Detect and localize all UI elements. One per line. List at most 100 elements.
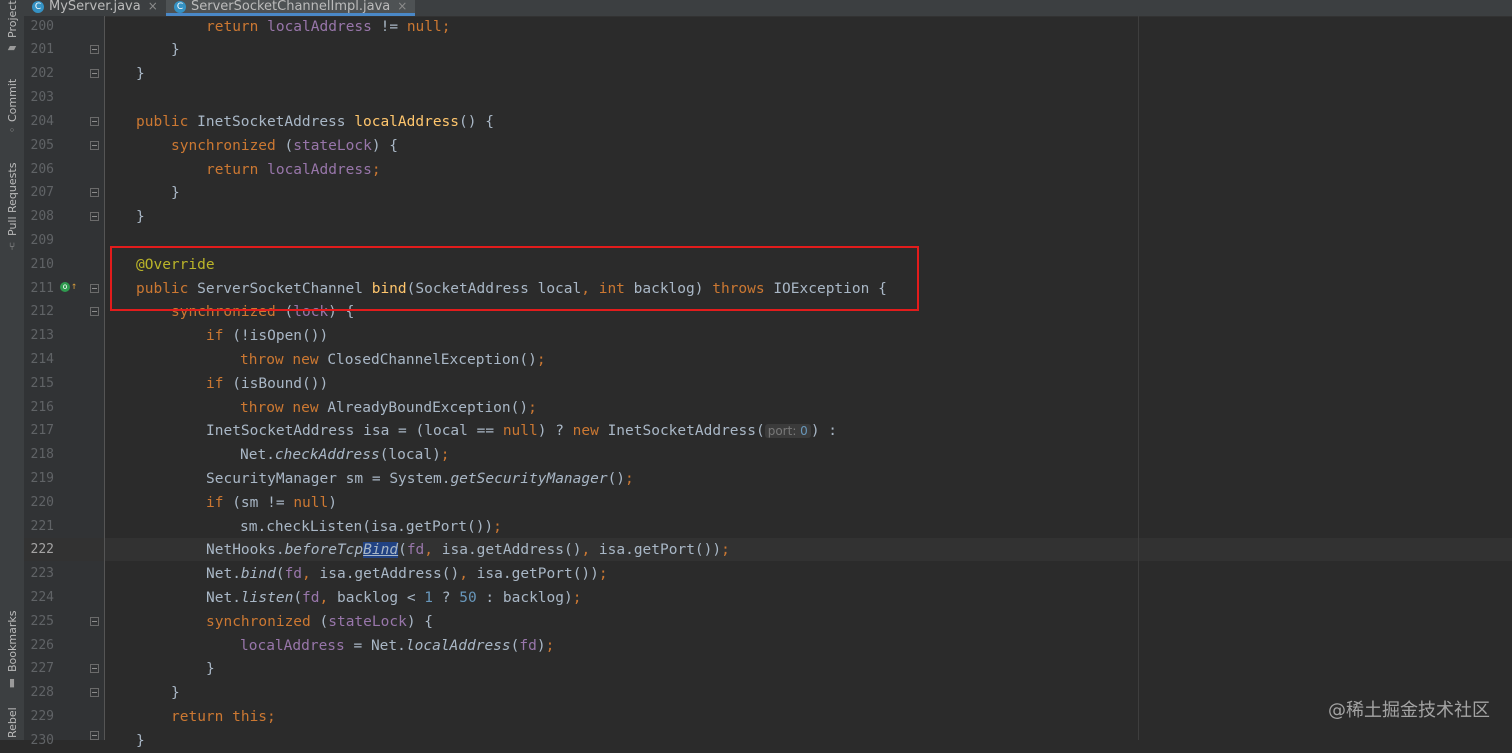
tab-label: MyServer.java: [49, 0, 141, 14]
tab-myserver[interactable]: C MyServer.java ×: [32, 0, 158, 16]
code-line-214: throw new ClosedChannelException();: [240, 352, 546, 368]
code-line-224: Net.listen(fd, backlog < 1 ? 50 : backlo…: [206, 590, 582, 606]
line-number: 204: [30, 114, 54, 129]
fold-marker-icon[interactable]: [90, 69, 99, 78]
tool-tab-commit-label: Commit: [6, 78, 19, 122]
fold-marker-icon[interactable]: [90, 117, 99, 126]
fold-marker-icon[interactable]: [90, 617, 99, 626]
bookmark-icon: ▮: [8, 676, 16, 689]
line-number: 226: [30, 638, 54, 653]
line-number: 210: [30, 257, 54, 272]
arrow-up-icon: ↑: [71, 281, 78, 292]
code-line-215: if (isBound()): [206, 376, 329, 392]
code-line-217: InetSocketAddress isa = (local == null) …: [206, 423, 838, 439]
line-number: 227: [30, 661, 54, 676]
tool-window-strip: Project ▰ Commit ◦ Pull Requests ⑂ Bookm…: [0, 0, 25, 740]
tool-tab-project-label: Project: [6, 0, 19, 38]
code-line-202: }: [136, 66, 145, 82]
line-number: 212: [30, 304, 54, 319]
line-number: 221: [30, 519, 54, 534]
line-number: 220: [30, 495, 54, 510]
line-number: 230: [30, 733, 54, 748]
code-line-207: }: [171, 185, 180, 201]
code-line-226: localAddress = Net.localAddress(fd);: [240, 638, 555, 654]
right-margin-guide: [1138, 16, 1139, 740]
tool-tab-pull-requests-label: Pull Requests: [6, 162, 19, 236]
line-number: 229: [30, 709, 54, 724]
code-line-229: return this;: [171, 709, 276, 725]
fold-marker-icon[interactable]: [90, 141, 99, 150]
line-number: 216: [30, 400, 54, 415]
code-line-219: SecurityManager sm = System.getSecurityM…: [206, 471, 634, 487]
line-number: 201: [30, 42, 54, 57]
tool-tab-rebel-label: Rebel: [6, 707, 19, 738]
line-number: 224: [30, 590, 54, 605]
code-line-206: return localAddress;: [206, 162, 381, 178]
line-number: 209: [30, 233, 54, 248]
line-number-current: 222: [30, 542, 54, 557]
code-line-200: return localAddress != null;: [206, 19, 451, 35]
line-number: 203: [30, 90, 54, 105]
tab-serversocketchannelimpl[interactable]: C ServerSocketChannelImpl.java ×: [166, 0, 416, 16]
line-number: 202: [30, 66, 54, 81]
line-number: 200: [30, 19, 54, 34]
line-number: 207: [30, 185, 54, 200]
code-line-205: synchronized (stateLock) {: [171, 138, 399, 154]
fold-marker-icon[interactable]: [90, 664, 99, 673]
line-number: 215: [30, 376, 54, 391]
code-line-208: }: [136, 209, 145, 225]
fold-marker-icon[interactable]: [90, 45, 99, 54]
fold-marker-icon[interactable]: [90, 188, 99, 197]
line-number: 219: [30, 471, 54, 486]
code-line-227: }: [206, 661, 215, 677]
line-number: 208: [30, 209, 54, 224]
highlight-annotation-box: [110, 246, 919, 311]
code-line-201: }: [171, 42, 180, 58]
code-line-223: Net.bind(fd, isa.getAddress(), isa.getPo…: [206, 566, 608, 582]
code-line-218: Net.checkAddress(local);: [240, 447, 450, 463]
tool-tab-pull-requests[interactable]: Pull Requests ⑂: [0, 158, 24, 258]
line-number: 218: [30, 447, 54, 462]
parameter-hint: port: 0: [764, 424, 811, 438]
line-number: 225: [30, 614, 54, 629]
selected-word[interactable]: Bind: [363, 542, 399, 558]
line-number: 205: [30, 138, 54, 153]
gutter-separator: [104, 16, 105, 740]
folder-icon: ▰: [7, 41, 17, 54]
commit-icon: ◦: [8, 124, 16, 137]
line-number: 228: [30, 685, 54, 700]
code-line-222: NetHooks.beforeTcpBind(fd, isa.getAddres…: [206, 542, 730, 558]
tab-label: ServerSocketChannelImpl.java: [191, 0, 391, 14]
line-number: 223: [30, 566, 54, 581]
code-line-213: if (!isOpen()): [206, 328, 329, 344]
overrides-method-icon[interactable]: o: [60, 282, 70, 292]
line-number: 206: [30, 162, 54, 177]
tool-tab-bookmarks-label: Bookmarks: [6, 610, 19, 672]
fold-marker-icon[interactable]: [90, 284, 99, 293]
code-line-230: }: [136, 733, 145, 749]
code-line-221: sm.checkListen(isa.getPort());: [240, 519, 502, 535]
code-line-216: throw new AlreadyBoundException();: [240, 400, 537, 416]
close-icon[interactable]: ×: [148, 0, 158, 13]
tool-tab-rebel[interactable]: Rebel: [0, 706, 24, 740]
fold-marker-icon[interactable]: [90, 212, 99, 221]
fold-marker-icon[interactable]: [90, 307, 99, 316]
java-class-icon: C: [32, 0, 44, 13]
fold-marker-icon[interactable]: [90, 731, 99, 740]
line-number: 214: [30, 352, 54, 367]
tool-tab-commit[interactable]: Commit ◦: [0, 70, 24, 142]
fold-marker-icon[interactable]: [90, 688, 99, 697]
code-line-204: public InetSocketAddress localAddress() …: [136, 114, 494, 130]
close-icon[interactable]: ×: [397, 0, 407, 13]
tool-tab-project[interactable]: Project ▰: [0, 0, 24, 56]
line-number: 217: [30, 423, 54, 438]
line-number: 213: [30, 328, 54, 343]
code-line-225: synchronized (stateLock) {: [206, 614, 434, 630]
code-line-228: }: [171, 685, 180, 701]
code-line-220: if (sm != null): [206, 495, 337, 511]
line-number: 211: [30, 281, 54, 296]
java-class-icon: C: [174, 0, 186, 13]
watermark: @稀土掘金技术社区: [1328, 700, 1490, 721]
tool-tab-bookmarks[interactable]: Bookmarks ▮: [0, 604, 24, 694]
pull-request-icon: ⑂: [8, 240, 16, 253]
